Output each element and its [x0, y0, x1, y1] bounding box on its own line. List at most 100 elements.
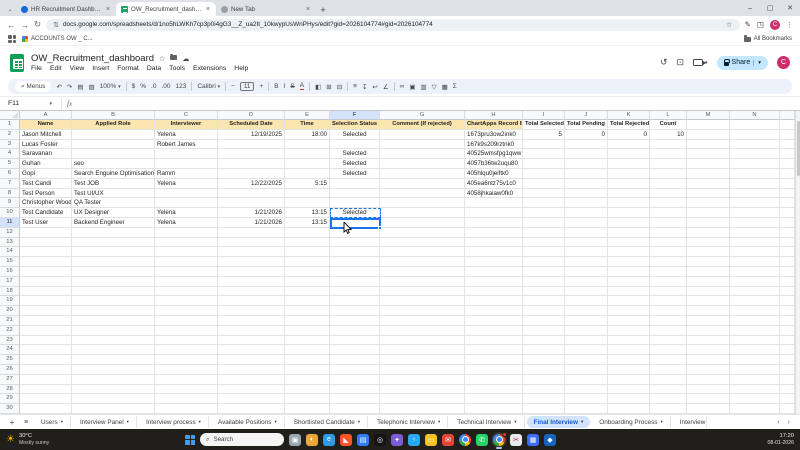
cell-H25[interactable]	[465, 355, 523, 365]
cell-B16[interactable]	[72, 266, 155, 277]
cell-E2[interactable]: 18:00	[285, 129, 330, 140]
tab-close-icon[interactable]: ×	[105, 6, 111, 13]
cell-H14[interactable]	[465, 247, 523, 258]
cell-H15[interactable]	[465, 257, 523, 267]
cell-C10[interactable]: Yelena	[155, 208, 218, 218]
cell-B4[interactable]	[72, 149, 155, 160]
cell-N22[interactable]	[730, 325, 780, 336]
bold-icon[interactable]: B	[274, 83, 278, 90]
cell-J18[interactable]	[565, 286, 608, 297]
cell-M9[interactable]	[687, 198, 730, 209]
cell-B13[interactable]	[72, 237, 155, 248]
cell-K7[interactable]	[608, 178, 650, 189]
cell-C25[interactable]	[155, 355, 218, 365]
back-icon[interactable]: ←	[7, 20, 16, 30]
column-header-F[interactable]: F	[330, 111, 380, 120]
row-header-19[interactable]: 19	[0, 296, 20, 307]
cell-C17[interactable]	[155, 276, 218, 287]
cell-B7[interactable]: Test JOB	[72, 178, 155, 189]
cell-C26[interactable]	[155, 364, 218, 375]
browser-tab[interactable]: OW_Recruitment_dashboard -×	[116, 2, 216, 16]
cell-D8[interactable]	[218, 188, 285, 199]
cell-N23[interactable]	[730, 335, 780, 346]
cell-D22[interactable]	[218, 325, 285, 336]
cell-K15[interactable]	[608, 257, 650, 267]
cell-J3[interactable]	[565, 139, 608, 150]
document-title[interactable]: OW_Recruitment_dashboard	[31, 53, 154, 64]
cell-M2[interactable]	[687, 129, 730, 140]
cell-B8[interactable]: Test UI/UX	[72, 188, 155, 199]
cell-G10[interactable]	[380, 208, 465, 218]
cell-B24[interactable]	[72, 345, 155, 356]
cell-M6[interactable]	[687, 168, 730, 179]
sheet-nav-prev-icon[interactable]: ‹	[777, 419, 779, 426]
column-header-E[interactable]: E	[285, 111, 330, 120]
purple-app-icon[interactable]: ✦	[391, 433, 403, 446]
cell-D20[interactable]	[218, 306, 285, 316]
row-header-28[interactable]: 28	[0, 384, 20, 395]
cell-H11[interactable]	[465, 217, 523, 228]
cell-M8[interactable]	[687, 188, 730, 199]
cell-H16[interactable]	[465, 266, 523, 277]
bookmark-item[interactable]: ACCOUNTS OW _ C...	[22, 36, 93, 42]
cell-K12[interactable]	[608, 227, 650, 238]
row-header-24[interactable]: 24	[0, 345, 20, 356]
cell-E10[interactable]: 13:15	[285, 208, 330, 218]
cell-G13[interactable]	[380, 237, 465, 248]
copilot-icon[interactable]: ◐	[306, 433, 318, 446]
cell-M12[interactable]	[687, 227, 730, 238]
cell-G15[interactable]	[380, 257, 465, 267]
cell-L7[interactable]	[650, 178, 687, 189]
edge-icon[interactable]: e	[323, 433, 335, 446]
tab-close-icon[interactable]: ×	[305, 6, 311, 13]
cell-F9[interactable]	[330, 198, 380, 209]
cell-F16[interactable]	[330, 266, 380, 277]
meet-present-button[interactable]: ▾	[693, 59, 708, 66]
forward-icon[interactable]: →	[21, 20, 30, 30]
cell-partial[interactable]	[780, 325, 795, 336]
cell-D10[interactable]: 1/21/2026	[218, 208, 285, 218]
increase-font-icon[interactable]: +	[259, 83, 263, 90]
bookmark-star-icon[interactable]: ☆	[726, 20, 733, 29]
cell-A12[interactable]	[20, 227, 72, 238]
cell-C23[interactable]	[155, 335, 218, 346]
move-folder-icon[interactable]	[170, 53, 178, 62]
cell-J7[interactable]	[565, 178, 608, 189]
cell-F7[interactable]	[330, 178, 380, 189]
row-header-2[interactable]: 2	[0, 129, 20, 140]
text-wrap-icon[interactable]: ↩	[372, 83, 377, 91]
cell-B18[interactable]	[72, 286, 155, 297]
row-header-12[interactable]: 12	[0, 227, 20, 238]
cell-L2[interactable]: 10	[650, 129, 687, 140]
cell-partial[interactable]	[780, 286, 795, 297]
account-avatar[interactable]: C	[777, 56, 790, 69]
cell-G14[interactable]	[380, 247, 465, 258]
share-button[interactable]: Share ▾	[716, 55, 768, 70]
cell-B10[interactable]: UX Designer	[72, 208, 155, 218]
cell-D11[interactable]: 1/21/2026	[218, 217, 285, 228]
cell-L10[interactable]	[650, 208, 687, 218]
cell-A14[interactable]	[20, 247, 72, 258]
cell-N28[interactable]	[730, 384, 780, 395]
cell-partial[interactable]	[780, 227, 795, 238]
cell-F2[interactable]: Selected	[330, 129, 380, 140]
file-explorer-icon[interactable]: ▭	[425, 433, 437, 446]
cell-K5[interactable]	[608, 159, 650, 169]
cell-L21[interactable]	[650, 315, 687, 326]
cell-J16[interactable]	[565, 266, 608, 277]
cell-F14[interactable]	[330, 247, 380, 258]
cell-J12[interactable]	[565, 227, 608, 238]
sheet-tab-caret-icon[interactable]: ▾	[61, 419, 63, 425]
weather-widget[interactable]: ☀ 30°C Mostly sunny	[6, 433, 49, 446]
cell-D12[interactable]	[218, 227, 285, 238]
cell-K21[interactable]	[608, 315, 650, 326]
cell-M10[interactable]	[687, 208, 730, 218]
cell-N15[interactable]	[730, 257, 780, 267]
row-header-7[interactable]: 7	[0, 178, 20, 189]
cell-partial[interactable]	[780, 266, 795, 277]
menu-file[interactable]: File	[31, 65, 42, 72]
cell-E5[interactable]	[285, 159, 330, 169]
cell-G24[interactable]	[380, 345, 465, 356]
cell-L19[interactable]	[650, 296, 687, 307]
cell-H26[interactable]	[465, 364, 523, 375]
